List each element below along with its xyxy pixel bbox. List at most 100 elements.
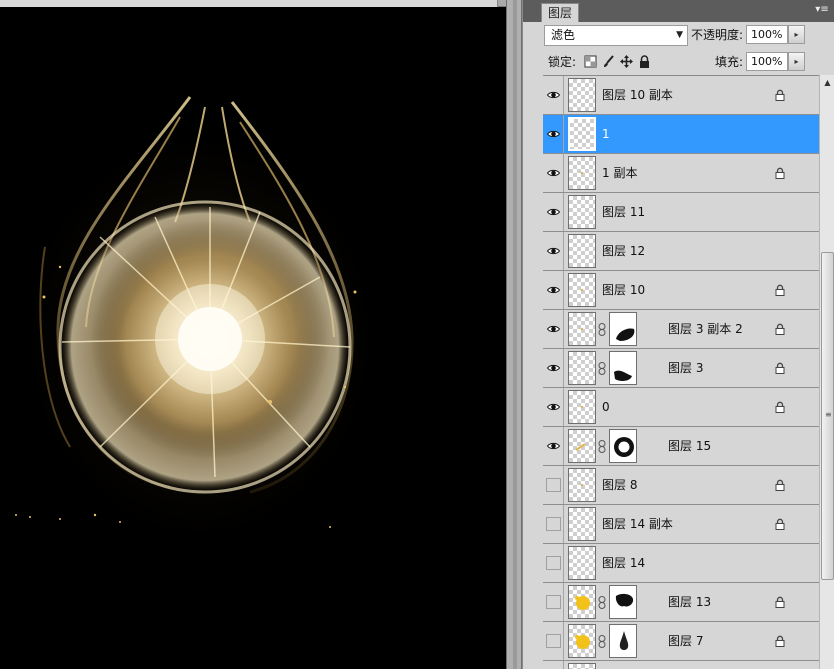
eye-icon <box>546 364 561 372</box>
layer-thumbnail[interactable] <box>568 546 596 580</box>
layer-thumbnail[interactable] <box>568 507 596 541</box>
layer-thumbnail[interactable] <box>568 429 596 463</box>
layer-row[interactable]: 图层 13 <box>543 583 819 622</box>
layer-row[interactable]: 图层 8 <box>543 466 819 505</box>
lock-transparent-pixels-icon[interactable] <box>584 55 597 68</box>
lock-all-icon[interactable] <box>638 55 651 68</box>
layer-thumbnail[interactable] <box>568 468 596 502</box>
chain-link-icon <box>598 596 606 609</box>
layer-name[interactable]: 0 <box>602 399 610 415</box>
canvas-ruler-strip <box>0 0 506 7</box>
chain-link-icon <box>598 635 606 648</box>
tab-layers[interactable]: 图层 <box>541 3 580 22</box>
layer-name[interactable]: 图层 15 <box>668 438 711 454</box>
layer-name[interactable]: 图层 11 <box>602 204 645 220</box>
chevron-down-icon: ▼ <box>676 30 683 40</box>
layer-row[interactable]: 图层 3 <box>543 349 819 388</box>
visibility-toggle[interactable] <box>543 154 564 192</box>
visibility-toggle[interactable] <box>543 388 564 426</box>
layer-thumbnail[interactable] <box>568 351 596 385</box>
layer-thumbnail[interactable] <box>568 585 596 619</box>
layer-thumbnail[interactable] <box>568 78 596 112</box>
layer-name[interactable]: 图层 14 <box>602 555 645 571</box>
lock-icon <box>775 167 785 179</box>
layer-name[interactable]: 图层 14 副本 <box>602 516 673 532</box>
layer-thumbnail[interactable] <box>568 312 596 346</box>
layer-name[interactable]: 图层 12 <box>602 243 645 259</box>
visibility-toggle[interactable] <box>543 466 564 504</box>
layer-thumbnail[interactable] <box>568 624 596 658</box>
visibility-toggle[interactable] <box>543 76 564 114</box>
panel-header: 图层 ▾≡ <box>523 0 834 22</box>
visibility-toggle[interactable] <box>543 505 564 543</box>
layer-mask-thumbnail[interactable] <box>609 429 637 463</box>
fill-slider-button[interactable]: ▸ <box>788 52 805 71</box>
lock-icon <box>775 479 785 491</box>
layer-name[interactable]: 图层 10 <box>602 282 645 298</box>
layer-thumbnail[interactable] <box>568 195 596 229</box>
lock-icon <box>775 635 785 647</box>
layers-panel: 图层 ▾≡ 滤色 ▼ 不透明度: 100% ▸ 锁定: 填充: 100% ▸ 图… <box>522 0 834 669</box>
chain-link-icon <box>598 323 606 336</box>
layer-row[interactable]: 图层 3 副本 2 <box>543 310 819 349</box>
document-canvas[interactable] <box>0 0 506 669</box>
lock-position-move-icon[interactable] <box>620 55 633 68</box>
lock-icon <box>775 518 785 530</box>
fill-input[interactable]: 100% <box>746 52 788 71</box>
layer-thumbnail[interactable] <box>568 390 596 424</box>
scroll-thumb[interactable]: ≡ <box>821 252 834 580</box>
layer-name[interactable]: 1 <box>602 126 610 142</box>
layer-list-scrollbar[interactable]: ▲ ≡ <box>819 75 834 669</box>
visibility-toggle[interactable] <box>543 271 564 309</box>
blend-mode-select[interactable]: 滤色 ▼ <box>544 25 688 46</box>
layer-mask-thumbnail[interactable] <box>609 351 637 385</box>
layer-name[interactable]: 1 副本 <box>602 165 637 181</box>
layer-name[interactable]: 图层 8 <box>602 477 637 493</box>
layer-row[interactable]: 图层 15 <box>543 427 819 466</box>
layer-thumbnail[interactable] <box>568 156 596 190</box>
layer-name[interactable]: 图层 7 <box>668 633 703 649</box>
opacity-input[interactable]: 100% <box>746 25 788 44</box>
visibility-toggle[interactable] <box>543 544 564 582</box>
visibility-toggle[interactable] <box>543 310 564 348</box>
visibility-toggle[interactable] <box>543 622 564 660</box>
layer-row[interactable]: 图层 10 副本 <box>543 76 819 115</box>
layer-row[interactable]: 1 <box>543 115 819 154</box>
layer-row[interactable]: 图层 14 副本 <box>543 505 819 544</box>
layer-row[interactable]: 图层 12 <box>543 232 819 271</box>
layer-row[interactable]: 图层 10 <box>543 271 819 310</box>
layer-row[interactable]: 图层 11 <box>543 193 819 232</box>
visibility-toggle[interactable] <box>543 349 564 387</box>
layer-mask-thumbnail[interactable] <box>609 624 637 658</box>
layer-thumbnail[interactable] <box>568 117 596 151</box>
layer-mask-thumbnail[interactable] <box>609 585 637 619</box>
scroll-up-arrow-icon[interactable]: ▲ <box>820 75 834 91</box>
layer-thumbnail[interactable] <box>568 234 596 268</box>
layer-row[interactable]: 图层 14 <box>543 544 819 583</box>
layer-name[interactable]: 图层 13 <box>668 594 711 610</box>
layer-thumbnail[interactable] <box>568 663 596 669</box>
visibility-toggle[interactable] <box>543 115 564 153</box>
lock-image-pixels-brush-icon[interactable] <box>602 55 615 68</box>
visibility-toggle[interactable] <box>543 232 564 270</box>
layer-mask-thumbnail[interactable] <box>609 312 637 346</box>
visibility-toggle[interactable] <box>543 583 564 621</box>
opacity-slider-button[interactable]: ▸ <box>788 25 805 44</box>
layer-name[interactable]: 图层 3 <box>668 360 703 376</box>
lock-icon <box>775 284 785 296</box>
visibility-toggle[interactable] <box>543 193 564 231</box>
eye-icon <box>546 247 561 255</box>
layer-row[interactable]: 0 <box>543 388 819 427</box>
layer-name[interactable]: 图层 10 副本 <box>602 87 673 103</box>
visibility-toggle[interactable] <box>543 661 564 669</box>
panel-menu-icon[interactable]: ▾≡ <box>813 3 831 17</box>
layer-row[interactable]: 1 副本 <box>543 154 819 193</box>
visibility-toggle[interactable] <box>543 427 564 465</box>
layer-thumbnail[interactable] <box>568 273 596 307</box>
eye-icon <box>546 325 561 333</box>
layer-name[interactable]: 图层 3 副本 2 <box>668 321 743 337</box>
layer-row[interactable] <box>543 661 819 669</box>
eye-icon <box>546 169 561 177</box>
layer-row[interactable]: 图层 7 <box>543 622 819 661</box>
panel-divider[interactable] <box>506 0 522 669</box>
